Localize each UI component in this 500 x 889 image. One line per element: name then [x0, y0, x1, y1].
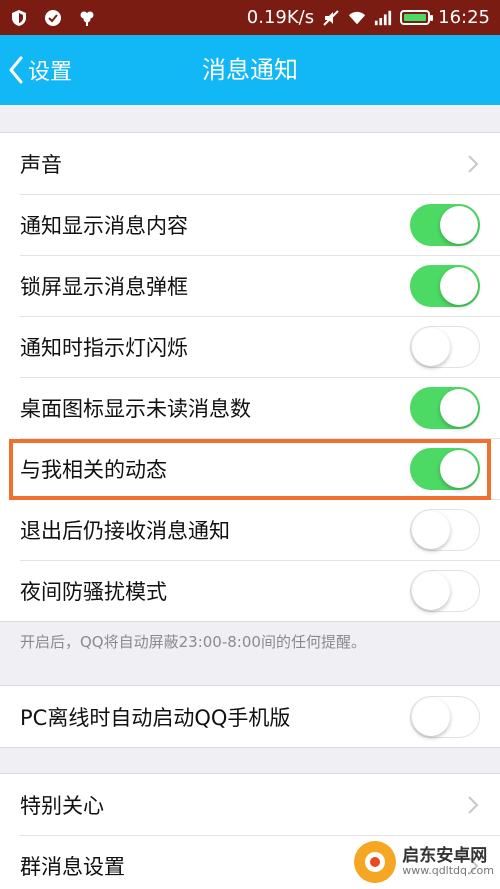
row-lockscreen-popup: 锁屏显示消息弹框: [0, 255, 500, 316]
row-label: 声音: [20, 152, 62, 177]
settings-group-pc: PC离线时自动启动QQ手机版: [0, 685, 500, 748]
settings-group-main: 声音 通知显示消息内容 锁屏显示消息弹框 通知时指示灯闪烁 桌面图标显示未读消息…: [0, 132, 500, 622]
watermark: 启东安卓网 www.qdltdq.com: [354, 841, 494, 883]
back-label: 设置: [28, 60, 73, 85]
row-receive-after-exit: 退出后仍接收消息通知: [0, 499, 500, 560]
shield-icon: [10, 9, 28, 27]
row-night-do-not-disturb: 夜间防骚扰模式: [0, 560, 500, 621]
row-label: 与我相关的动态: [20, 457, 167, 482]
toggle-switch[interactable]: [410, 569, 480, 612]
signal-icon: [374, 9, 392, 27]
check-circle-icon: [44, 9, 62, 27]
row-related-updates: 与我相关的动态: [0, 438, 500, 499]
back-button[interactable]: 设置: [8, 35, 72, 105]
network-speed: 0.19K/s: [246, 7, 315, 28]
mute-icon: [322, 9, 340, 27]
row-unread-badge: 桌面图标显示未读消息数: [0, 377, 500, 438]
toggle-switch[interactable]: [410, 264, 480, 307]
row-special-care[interactable]: 特别关心: [0, 774, 500, 835]
row-label: 特别关心: [20, 793, 104, 818]
row-label: 夜间防骚扰模式: [20, 579, 167, 604]
watermark-name: 启东安卓网: [402, 845, 488, 866]
toggle-switch[interactable]: [410, 386, 480, 429]
toggle-switch[interactable]: [410, 447, 480, 490]
flower-icon: [78, 9, 96, 27]
row-indicator-light: 通知时指示灯闪烁: [0, 316, 500, 377]
toggle-switch[interactable]: [410, 325, 480, 368]
watermark-logo-icon: [354, 841, 397, 883]
wifi-icon: [348, 9, 366, 27]
row-pc-offline-autostart: PC离线时自动启动QQ手机版: [0, 686, 500, 747]
night-mode-hint: 开启后，QQ将自动屏蔽23:00-8:00间的任何提醒。: [20, 633, 366, 651]
row-label: 通知显示消息内容: [20, 213, 188, 238]
page-title: 消息通知: [202, 56, 298, 84]
toggle-switch[interactable]: [410, 508, 480, 551]
chevron-left-icon: [9, 56, 23, 84]
battery-icon: [400, 10, 434, 25]
nav-bar: 消息通知 设置: [0, 35, 500, 105]
row-show-message-content: 通知显示消息内容: [0, 194, 500, 255]
row-sound[interactable]: 声音: [0, 133, 500, 194]
row-label: 桌面图标显示未读消息数: [20, 396, 251, 421]
clock: 16:25: [438, 7, 490, 28]
row-label: 退出后仍接收消息通知: [20, 518, 230, 543]
toggle-switch[interactable]: [410, 203, 480, 246]
toggle-switch[interactable]: [410, 695, 480, 738]
chevron-right-icon: [466, 153, 480, 175]
row-label: 锁屏显示消息弹框: [20, 274, 188, 299]
status-bar: 0.19K/s 16:25: [0, 0, 500, 35]
watermark-url: www.qdltdq.com: [402, 864, 494, 878]
row-label: PC离线时自动启动QQ手机版: [20, 705, 291, 730]
chevron-right-icon: [466, 794, 480, 816]
row-label: 通知时指示灯闪烁: [20, 335, 188, 360]
